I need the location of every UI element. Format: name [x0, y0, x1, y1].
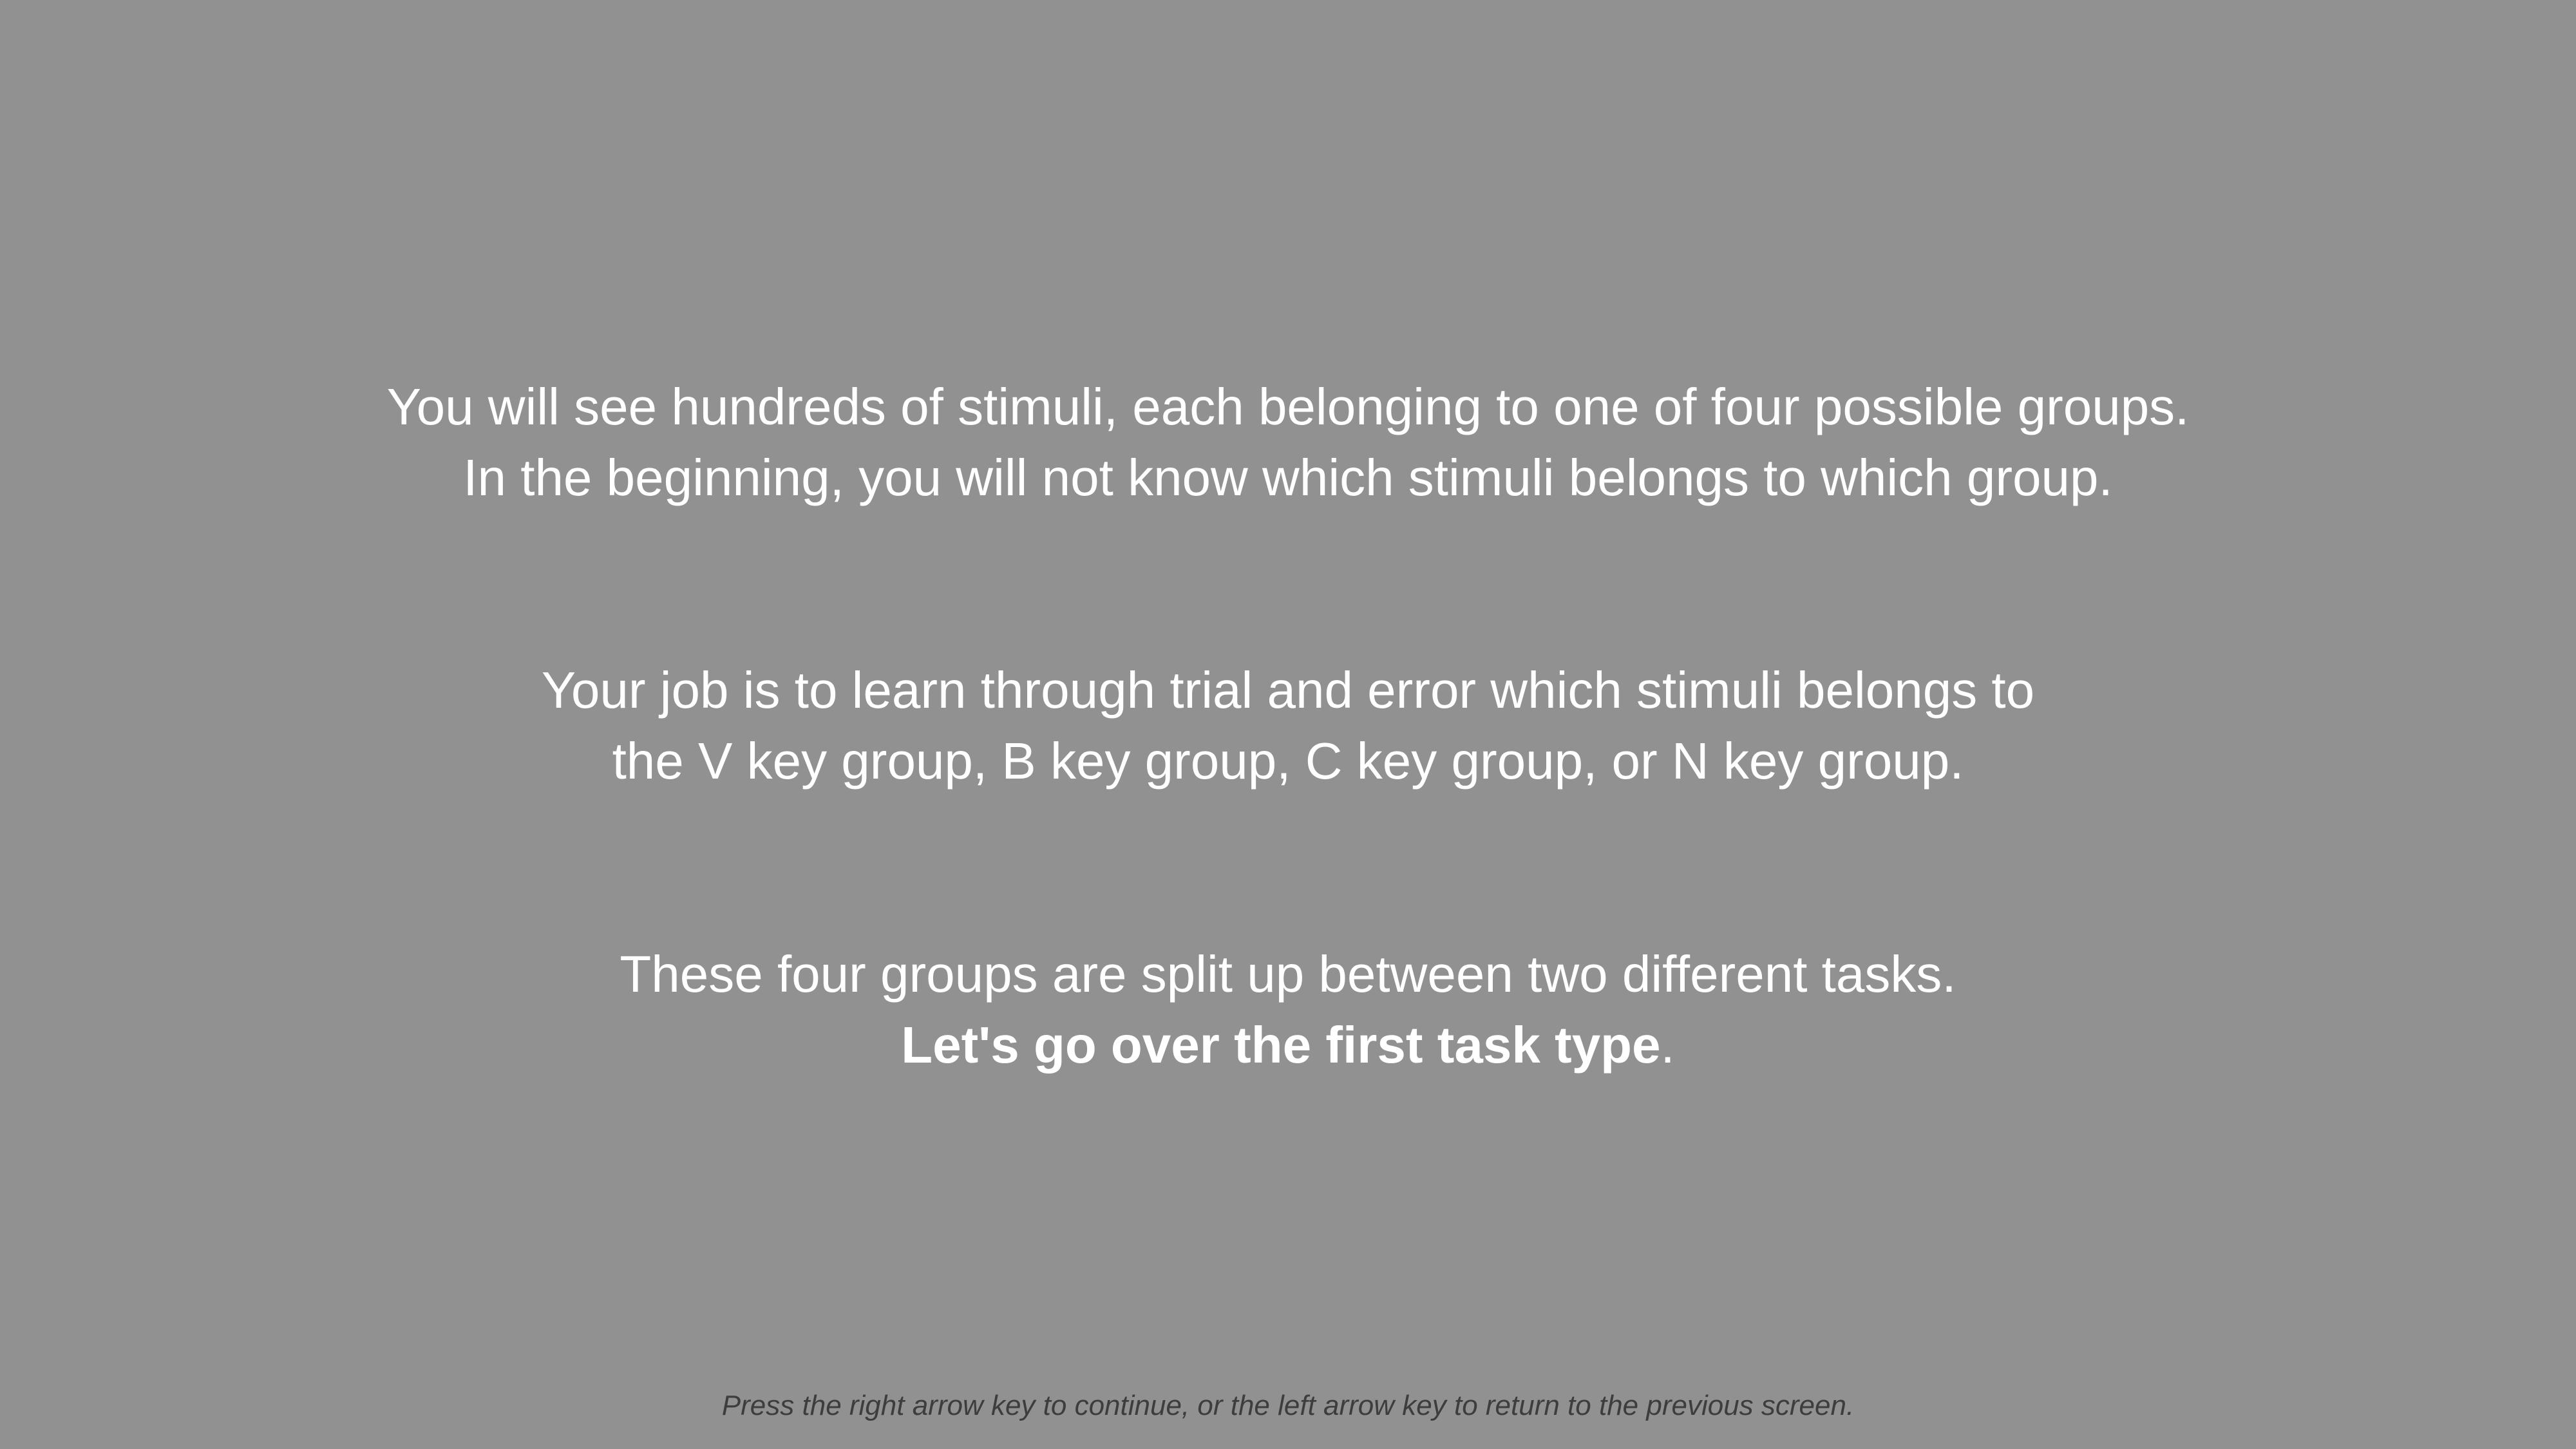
instruction-line: the V key group, B key group, C key grou… [612, 732, 1964, 790]
instruction-line: Your job is to learn through trial and e… [541, 661, 2035, 719]
navigation-hint: Press the right arrow key to continue, o… [721, 1390, 1855, 1421]
instruction-screen: You will see hundreds of stimuli, each b… [0, 0, 2576, 1449]
emphasis-text: Let's go over the first task type [901, 1016, 1661, 1074]
instruction-paragraph-job: Your job is to learn through trial and e… [0, 655, 2576, 797]
instruction-line: These four groups are split up between t… [620, 945, 1956, 1003]
emphasis-tail: . [1660, 1016, 1675, 1074]
instruction-line: In the beginning, you will not know whic… [463, 449, 2113, 506]
instruction-paragraph-groups: You will see hundreds of stimuli, each b… [0, 372, 2576, 513]
instruction-line-emphasis: Let's go over the first task type. [0, 1010, 2576, 1081]
instruction-line: You will see hundreds of stimuli, each b… [386, 378, 2190, 435]
instruction-paragraph-tasks: These four groups are split up between t… [0, 939, 2576, 1081]
